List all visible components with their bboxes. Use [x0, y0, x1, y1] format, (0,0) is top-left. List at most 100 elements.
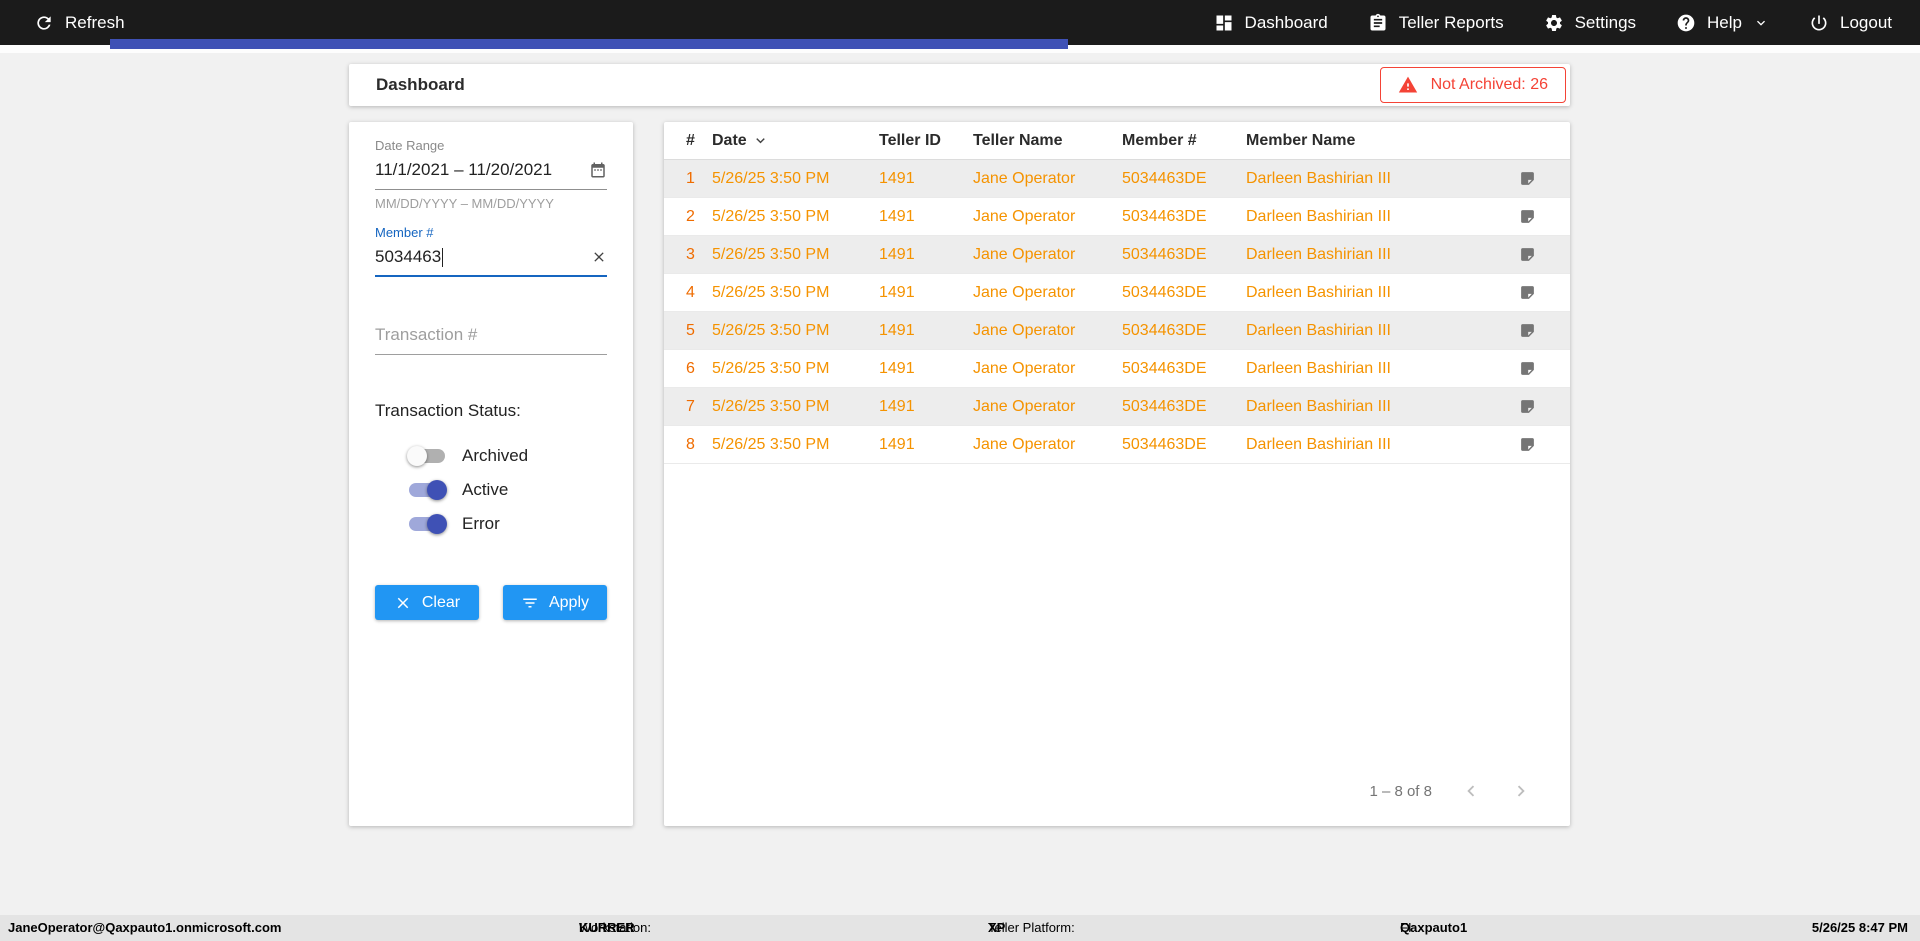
- row-date: 5/26/25 3:50 PM: [712, 321, 830, 339]
- apply-button-label: Apply: [548, 593, 590, 611]
- refresh-button[interactable]: Refresh: [34, 13, 125, 33]
- row-note-cell: [1504, 398, 1550, 415]
- row-teller-name: Jane Operator: [973, 207, 1076, 225]
- page-next-icon[interactable]: [1510, 780, 1532, 802]
- clear-x-icon: [397, 597, 409, 608]
- pagination: 1 – 8 of 8: [1369, 780, 1532, 802]
- note-icon[interactable]: [1519, 322, 1536, 339]
- row-member-name: Darleen Bashirian III: [1246, 283, 1391, 301]
- page-prev-icon[interactable]: [1460, 780, 1482, 802]
- row-num: 4: [686, 283, 695, 301]
- note-icon[interactable]: [1519, 284, 1536, 301]
- help-icon: [1677, 14, 1695, 31]
- toggle-error[interactable]: Error: [407, 507, 607, 541]
- status-toggles: Archived Active Error: [407, 439, 607, 541]
- table-row[interactable]: 6 5/26/25 3:50 PM 1491 Jane Operator 503…: [664, 350, 1570, 388]
- note-icon[interactable]: [1519, 360, 1536, 377]
- transaction-status-label: Transaction Status:: [375, 401, 521, 420]
- note-icon[interactable]: [1519, 170, 1536, 187]
- row-num: 8: [686, 435, 695, 453]
- note-icon[interactable]: [1519, 246, 1536, 263]
- member-number-value: 5034463: [375, 247, 444, 267]
- row-teller-name: Jane Operator: [973, 245, 1076, 263]
- col-header-num[interactable]: #: [686, 132, 712, 150]
- table-row[interactable]: 1 5/26/25 3:50 PM 1491 Jane Operator 503…: [664, 160, 1570, 198]
- table-row[interactable]: 3 5/26/25 3:50 PM 1491 Jane Operator 503…: [664, 236, 1570, 274]
- nav-settings[interactable]: Settings: [1544, 13, 1636, 33]
- row-date: 5/26/25 3:50 PM: [712, 359, 830, 377]
- top-nav-right: Dashboard Teller Reports Settings Help L…: [1214, 13, 1892, 33]
- row-date: 5/26/25 3:50 PM: [712, 435, 830, 453]
- nav-logout[interactable]: Logout: [1809, 13, 1892, 33]
- not-archived-label: Not Archived: 26: [1430, 76, 1548, 93]
- row-note-cell: [1504, 322, 1550, 339]
- date-range-hint: MM/DD/YYYY – MM/DD/YYYY: [375, 196, 554, 211]
- row-date: 5/26/25 3:50 PM: [712, 169, 830, 187]
- toggle-archived-label: Archived: [462, 446, 529, 465]
- refresh-label: Refresh: [65, 12, 125, 32]
- teller-reports-icon: [1370, 13, 1386, 31]
- note-icon[interactable]: [1519, 436, 1536, 453]
- table-body: 1 5/26/25 3:50 PM 1491 Jane Operator 503…: [664, 160, 1570, 464]
- clear-button[interactable]: Clear: [375, 585, 479, 620]
- nav-teller-reports[interactable]: Teller Reports: [1368, 13, 1504, 33]
- settings-gear-icon: [1545, 14, 1562, 31]
- row-date: 5/26/25 3:50 PM: [712, 207, 830, 225]
- refresh-icon: [37, 15, 51, 30]
- row-note-cell: [1504, 436, 1550, 453]
- member-number-input[interactable]: 5034463: [375, 242, 607, 277]
- col-header-member-name[interactable]: Member Name: [1246, 132, 1504, 150]
- table-row[interactable]: 8 5/26/25 3:50 PM 1491 Jane Operator 503…: [664, 426, 1570, 464]
- row-num: 2: [686, 207, 695, 225]
- error-switch-icon: [407, 514, 447, 534]
- member-number-label: Member #: [375, 225, 434, 240]
- col-header-teller-id[interactable]: Teller ID: [879, 132, 973, 150]
- row-note-cell: [1504, 170, 1550, 187]
- table-row[interactable]: 5 5/26/25 3:50 PM 1491 Jane Operator 503…: [664, 312, 1570, 350]
- transaction-number-input[interactable]: Transaction #: [375, 325, 607, 355]
- pagination-range-label: 1 – 8 of 8: [1369, 782, 1432, 800]
- chevron-down-icon: [1757, 20, 1765, 26]
- col-header-member[interactable]: Member #: [1122, 132, 1246, 150]
- date-range-value: 11/1/2021 – 11/20/2021: [375, 160, 553, 179]
- nav-help-label: Help: [1707, 12, 1742, 32]
- row-teller-name: Jane Operator: [973, 321, 1076, 339]
- row-num: 6: [686, 359, 695, 377]
- clear-member-icon[interactable]: [591, 249, 607, 265]
- date-range-input[interactable]: 11/1/2021 – 11/20/2021: [375, 155, 607, 190]
- col-header-teller-name[interactable]: Teller Name: [973, 132, 1122, 150]
- row-note-cell: [1504, 284, 1550, 301]
- row-member-name: Darleen Bashirian III: [1246, 245, 1391, 263]
- row-member-number: 5034463DE: [1122, 435, 1207, 453]
- table-row[interactable]: 2 5/26/25 3:50 PM 1491 Jane Operator 503…: [664, 198, 1570, 236]
- col-header-date[interactable]: Date: [712, 132, 879, 150]
- row-date: 5/26/25 3:50 PM: [712, 397, 830, 415]
- toggle-archived[interactable]: Archived: [407, 439, 607, 473]
- note-icon[interactable]: [1519, 398, 1536, 415]
- nav-logout-label: Logout: [1840, 12, 1892, 32]
- archived-switch-icon: [407, 446, 447, 466]
- row-member-name: Darleen Bashirian III: [1246, 435, 1391, 453]
- row-teller-id: 1491: [879, 283, 915, 301]
- row-teller-name: Jane Operator: [973, 169, 1076, 187]
- apply-button[interactable]: Apply: [503, 585, 607, 620]
- table-row[interactable]: 4 5/26/25 3:50 PM 1491 Jane Operator 503…: [664, 274, 1570, 312]
- row-note-cell: [1504, 246, 1550, 263]
- table-row[interactable]: 7 5/26/25 3:50 PM 1491 Jane Operator 503…: [664, 388, 1570, 426]
- row-teller-id: 1491: [879, 207, 915, 225]
- page-header-card: Dashboard Not Archived: 26: [349, 64, 1570, 106]
- row-member-name: Darleen Bashirian III: [1246, 169, 1391, 187]
- status-datetime: 5/26/25 8:47 PM: [1811, 920, 1908, 935]
- results-table-card: # Date Teller ID Teller Name Member # Me…: [664, 122, 1570, 826]
- note-icon[interactable]: [1519, 208, 1536, 225]
- not-archived-badge[interactable]: Not Archived: 26: [1379, 67, 1566, 103]
- calendar-icon[interactable]: [589, 161, 607, 179]
- active-switch-icon: [407, 480, 447, 500]
- row-teller-name: Jane Operator: [973, 397, 1076, 415]
- row-member-number: 5034463DE: [1122, 245, 1207, 263]
- row-member-number: 5034463DE: [1122, 321, 1207, 339]
- toggle-active[interactable]: Active: [407, 473, 607, 507]
- nav-dashboard[interactable]: Dashboard: [1214, 13, 1328, 33]
- row-num: 1: [686, 169, 695, 187]
- nav-help[interactable]: Help: [1676, 13, 1769, 33]
